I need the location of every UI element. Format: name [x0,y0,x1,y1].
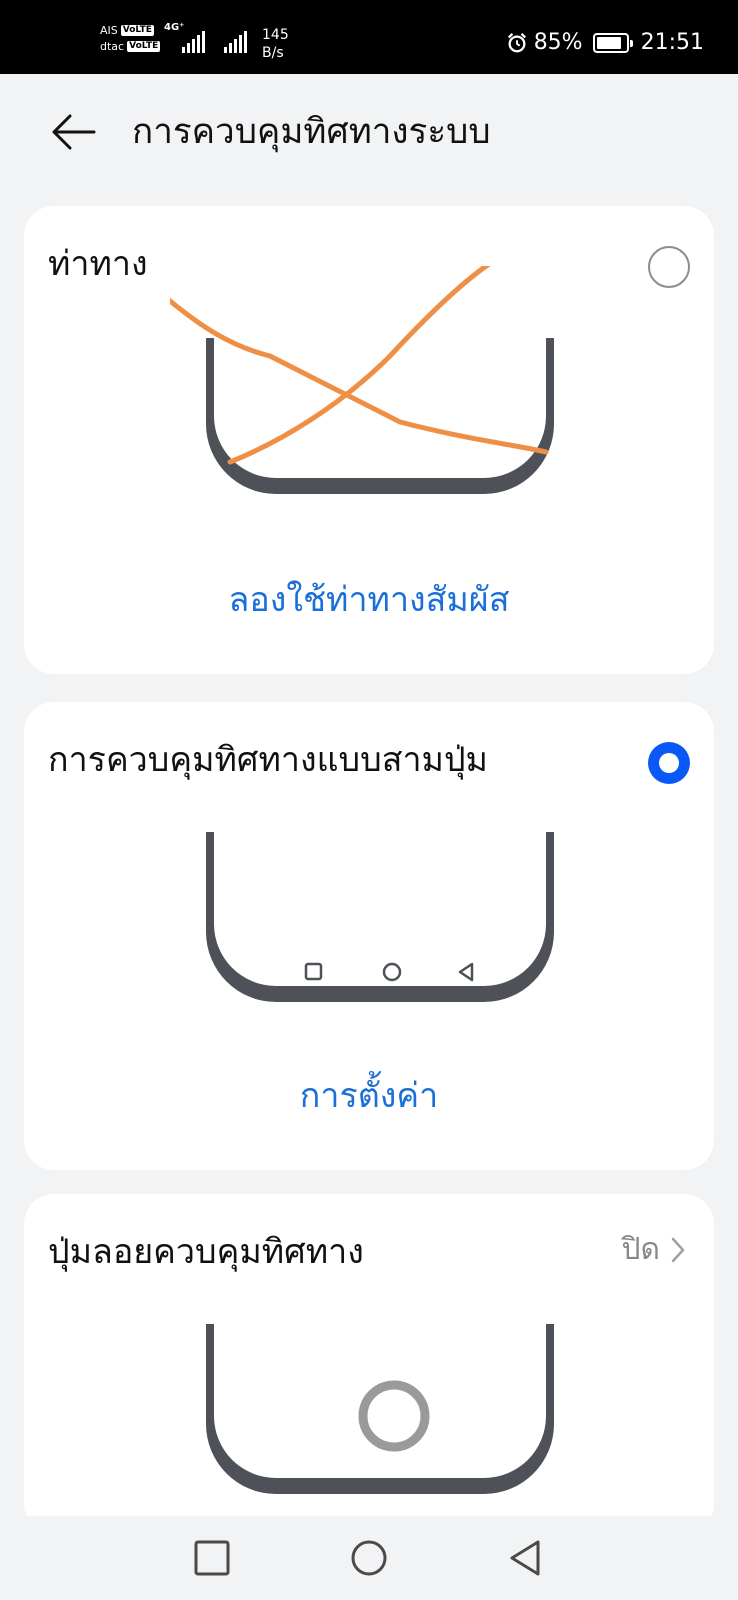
settings-link[interactable]: การตั้งค่า [24,1076,714,1116]
circle-icon [382,962,402,982]
carrier-1: AIS [100,23,118,37]
three-button-option-card[interactable]: การควบคุมทิศทางแบบสามปุ่ม การตั้งค่า [24,702,714,1170]
circle-icon[interactable] [347,1536,391,1580]
page-title: การควบคุมทิศทางระบบ [132,112,491,152]
signal-icon [224,31,247,53]
try-gestures-link[interactable]: ลองใช้ท่าทางสัมผัส [24,580,714,620]
triangle-back-icon [458,962,474,982]
annotation-stroke [170,297,549,455]
floating-nav-illustration [206,1324,554,1494]
floating-nav-status: ปิด [621,1230,686,1270]
square-icon[interactable] [190,1536,234,1580]
floating-nav-card[interactable]: ปุ่มลอยควบคุมทิศทาง ปิด [24,1194,714,1534]
carrier-info: AIS VoLTE dtac VoLTE [100,22,161,54]
radio-button-gesture[interactable] [648,246,690,288]
speed-unit: B/s [262,45,284,61]
option-title: การควบคุมทิศทางแบบสามปุ่ม [48,740,488,780]
gesture-option-card[interactable]: ท่าทาง ลองใช้ท่าทางสัมผัส [24,206,714,674]
status-value: ปิด [621,1232,660,1267]
status-bar: AIS VoLTE dtac VoLTE 4G⁺ 145 B/s 85% 21:… [0,0,738,74]
volte-badge: VoLTE [127,40,161,52]
square-icon [304,962,323,981]
arrow-left-icon[interactable] [50,112,96,152]
battery-icon [592,32,633,53]
triangle-back-icon[interactable] [504,1536,548,1580]
annotation-stroke [227,266,491,465]
title-bar: การควบคุมทิศทางระบบ [0,74,738,196]
volte-badge: VoLTE [120,24,154,36]
radio-button-three-button[interactable] [648,742,690,784]
system-nav-bar [0,1516,738,1600]
speed-value: 145 [262,27,289,43]
status-right: 85% 21:51 [506,30,704,55]
battery-percent: 85% [533,30,583,55]
option-title: ท่าทาง [48,244,148,284]
chevron-right-icon [671,1237,685,1263]
carrier-2: dtac [100,39,125,53]
network-speed: 145 B/s [262,26,289,62]
option-title: ปุ่มลอยควบคุมทิศทาง [48,1232,364,1272]
battery-fill [596,36,621,49]
alarm-icon [507,32,526,52]
clock: 21:51 [640,30,704,55]
floating-button-icon [358,1380,430,1452]
gesture-illustration [170,266,554,494]
signal-icon [182,31,205,53]
three-button-illustration [206,832,554,1002]
